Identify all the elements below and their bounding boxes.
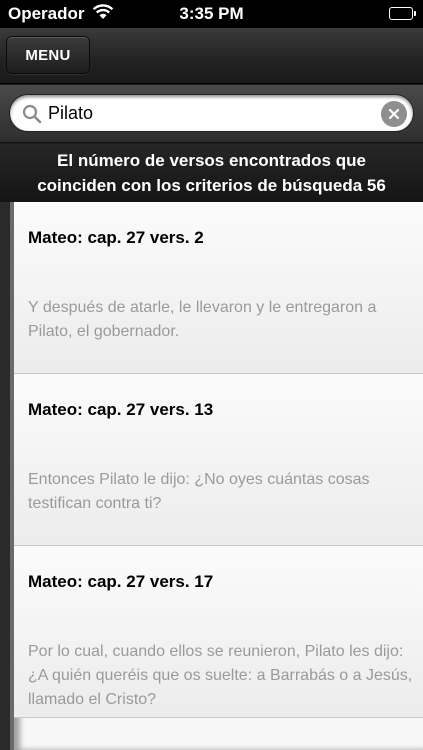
list-item[interactable]: Mateo: cap. 27 vers. 13 Entonces Pilato … xyxy=(14,374,423,546)
search-input[interactable] xyxy=(48,100,378,126)
verse-text: Entonces Pilato le dijo: ¿No oyes cuánta… xyxy=(28,471,370,512)
verse-text: Y después de atarle, le llevaron y le en… xyxy=(28,299,377,340)
results-summary: El número de versos encontrados que coin… xyxy=(0,144,423,202)
clock: 3:35 PM xyxy=(179,4,244,23)
results-list-container: Mateo: cap. 27 vers. 2 Y después de atar… xyxy=(0,202,423,750)
top-toolbar: MENU xyxy=(0,28,423,84)
list-item[interactable]: Mateo: cap. 27 vers. 17 Por lo cual, cua… xyxy=(14,546,423,718)
menu-button[interactable]: MENU xyxy=(6,36,90,74)
verse-text: Por lo cual, cuando ellos se reunieron, … xyxy=(28,643,413,708)
results-list[interactable]: Mateo: cap. 27 vers. 2 Y después de atar… xyxy=(10,202,423,750)
search-bar xyxy=(0,85,423,143)
results-summary-line1: El número de versos encontrados que xyxy=(57,151,366,170)
clear-icon[interactable] xyxy=(381,101,407,127)
status-bar: Operador 3:35 PM xyxy=(0,0,423,28)
verse-reference: Mateo: cap. 27 vers. 2 xyxy=(28,228,204,247)
search-icon xyxy=(22,104,42,124)
results-summary-line2: coinciden con los criterios de búsqueda … xyxy=(37,176,386,195)
verse-reference: Mateo: cap. 27 vers. 17 xyxy=(28,572,214,591)
search-field[interactable] xyxy=(9,94,414,132)
list-item[interactable]: Mateo: cap. 27 vers. 2 Y después de atar… xyxy=(14,202,423,374)
battery-icon xyxy=(389,7,416,20)
verse-reference: Mateo: cap. 27 vers. 13 xyxy=(28,400,214,419)
